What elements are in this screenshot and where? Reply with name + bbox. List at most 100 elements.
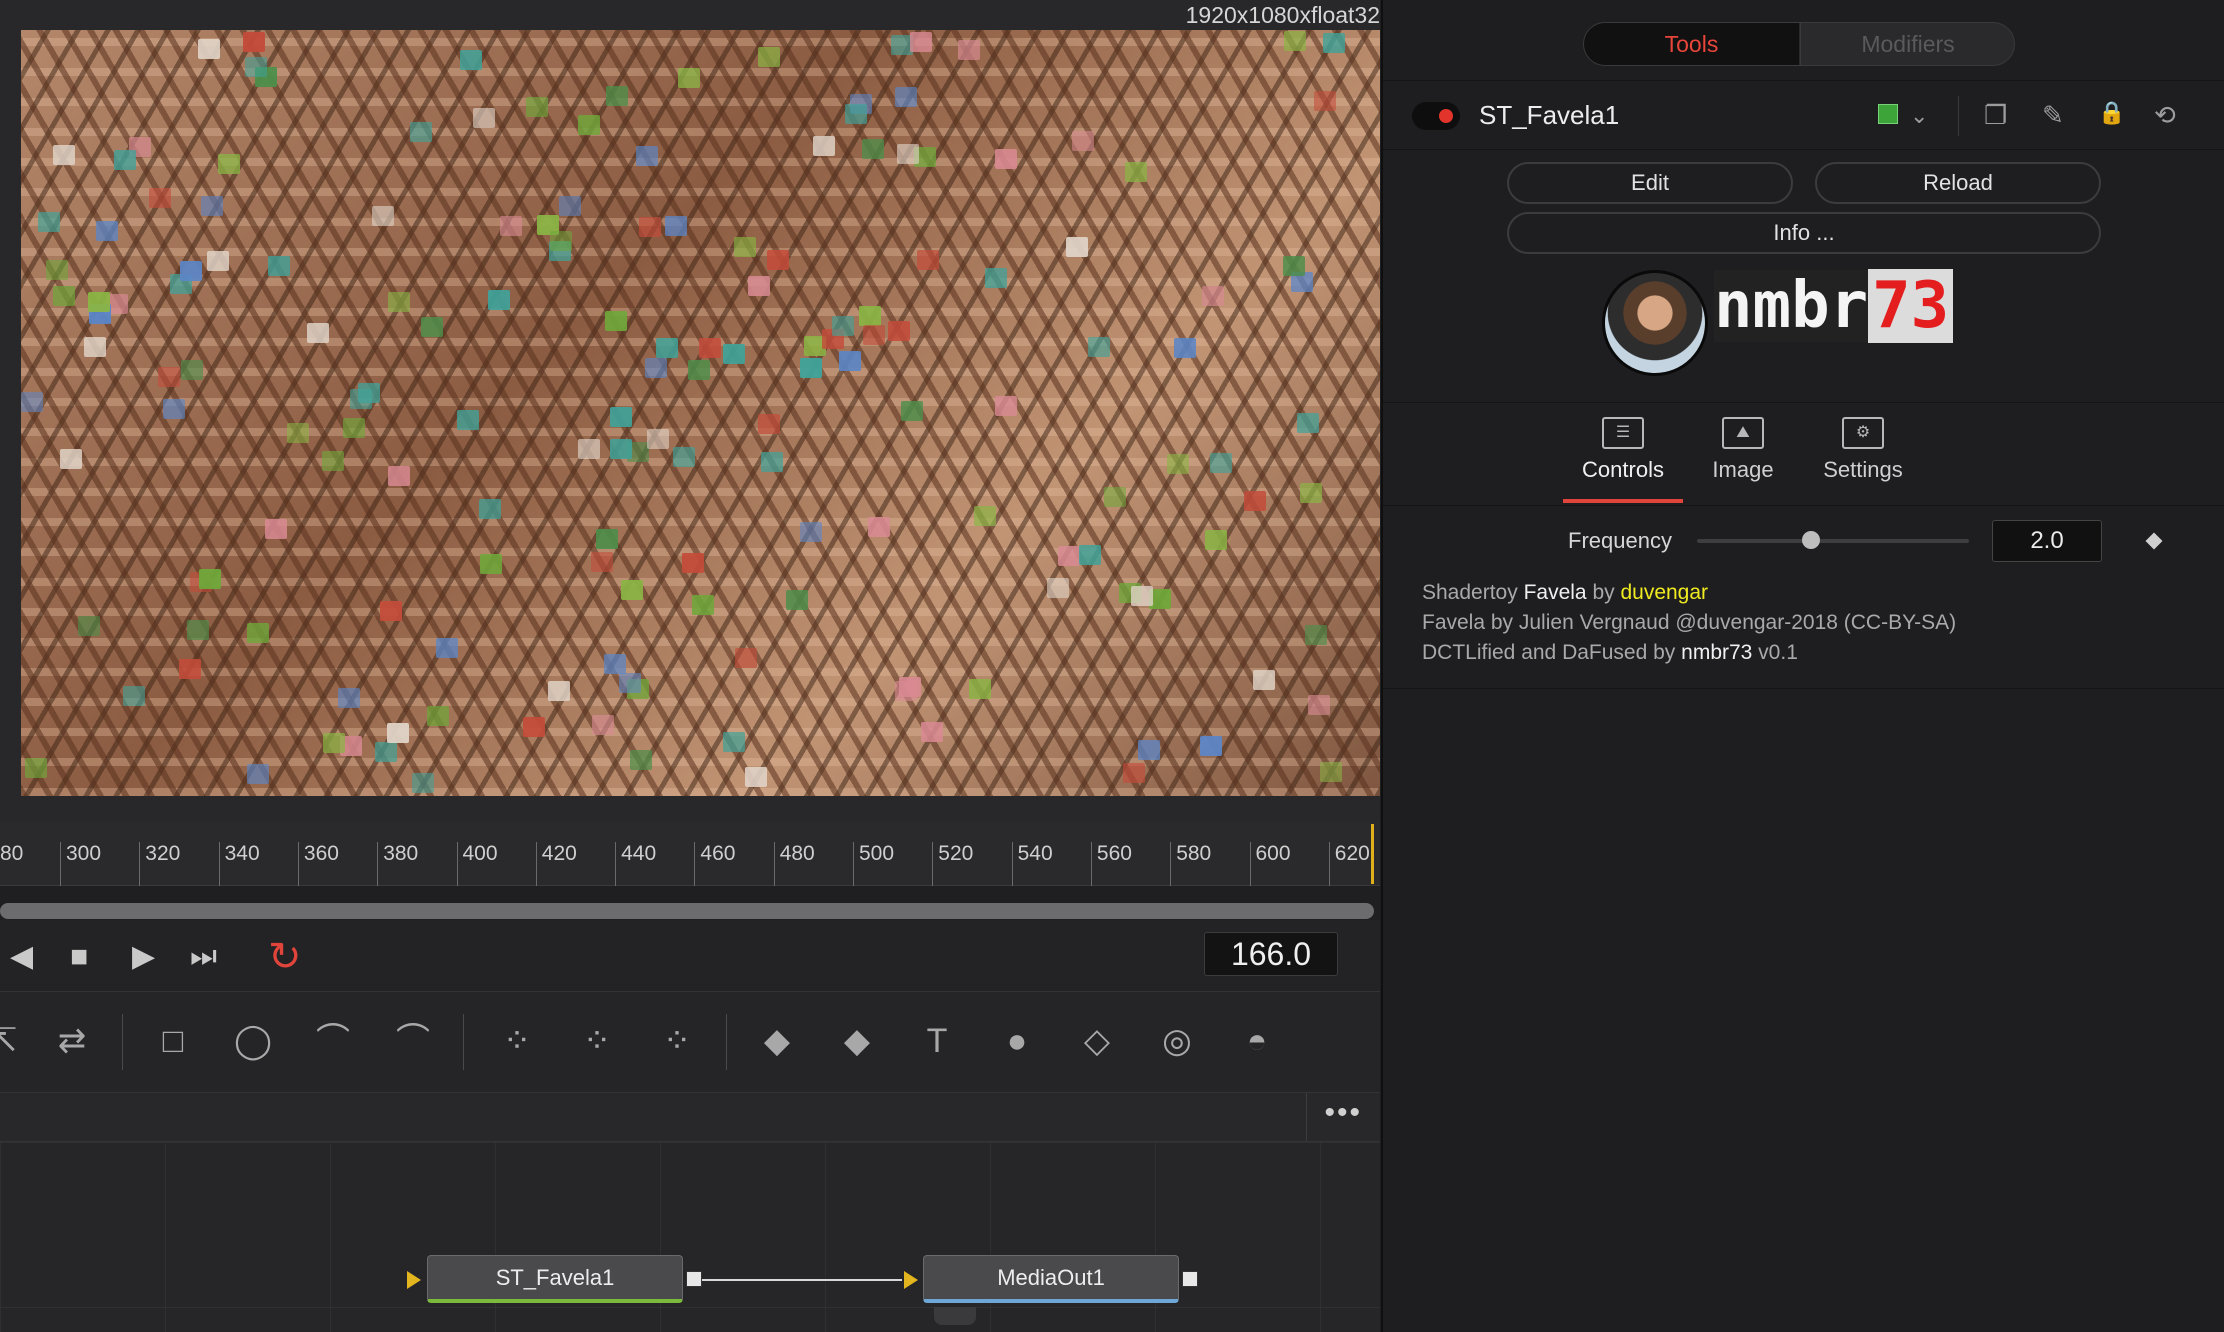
viewer-detail [488,290,510,310]
viewer-detail [610,439,632,459]
loop-icon[interactable]: ↻ [268,937,302,977]
viewer-detail [578,115,600,135]
image-plane-3d-icon[interactable]: ◆ [752,1016,802,1066]
viewer-detail [656,338,678,358]
bspline-mask-icon[interactable]: ⌒ [388,1016,438,1066]
viewer-detail [692,595,714,615]
viewer-detail [800,358,822,378]
viewer-detail [410,122,432,142]
particle-emitter-icon[interactable]: ⁘ [492,1016,542,1066]
frequency-value-field[interactable]: 2.0 [1992,520,2102,562]
viewer-detail [1138,740,1160,760]
node-connection [702,1279,902,1281]
viewer-image[interactable] [21,30,1380,796]
current-time-field[interactable]: 166.0 [1204,932,1338,976]
particle-style-icon[interactable]: ⁘ [572,1016,622,1066]
stop-icon[interactable]: ■ [70,942,88,972]
viewer-detail [1253,670,1275,690]
shader-author-link[interactable]: duvengar [1620,581,1708,604]
viewer-detail [412,773,434,793]
timeline-tick: 360 [297,842,339,886]
node-input-triangle[interactable] [904,1271,918,1289]
viewer-detail [343,418,365,438]
camera-3d-icon[interactable]: ◇ [1072,1016,1122,1066]
timeline-tick: 560 [1090,842,1132,886]
versions-icon[interactable]: ❐ [1984,100,2007,131]
ellipse-mask-icon[interactable]: ◯ [228,1016,278,1066]
renderer-3d-icon[interactable]: ◓ [1232,1016,1282,1066]
viewer-detail [243,32,265,52]
viewer-detail [523,717,545,737]
tab-image[interactable]: ⛰ Image [1683,403,1803,503]
timeline-scrollbar[interactable] [0,903,1374,919]
node-input-triangle[interactable] [407,1271,421,1289]
node-editor[interactable] [0,1142,1380,1332]
play-icon[interactable]: ▶ [132,942,155,972]
viewer-detail [786,590,808,610]
lock-icon[interactable]: 🔒 [2098,100,2125,126]
tool-color-chip[interactable] [1878,104,1898,124]
viewer-detail [901,401,923,421]
pin-icon[interactable]: ✎ [2042,100,2064,131]
toolbar-tool-1[interactable]: ⇄ [47,1016,97,1066]
play-reverse-icon[interactable]: ◀ [10,942,33,972]
shape-3d-icon[interactable]: ◆ [832,1016,882,1066]
timeline-tick: 320 [139,842,180,886]
logo-number: 73 [1868,269,1954,343]
node-mediaout1[interactable]: MediaOut1 [923,1255,1179,1303]
viewer-detail [1104,487,1126,507]
header-separator [1958,96,1959,136]
viewer-detail [985,268,1007,288]
reset-icon[interactable]: ⟲ [2154,100,2176,131]
node-output-port[interactable] [1182,1271,1198,1287]
node-output-port[interactable] [686,1271,702,1287]
viewer-detail [322,451,344,471]
edit-button[interactable]: Edit [1507,162,1793,204]
viewer-detail [375,742,397,762]
more-options-button[interactable]: ••• [1324,1093,1362,1141]
divider [1383,688,2224,689]
frequency-slider[interactable] [1697,539,1969,543]
viewer-detail [88,292,110,312]
tool-enable-toggle[interactable] [1412,102,1460,130]
viewer-detail [1066,237,1088,257]
particle-render-icon[interactable]: ⁘ [652,1016,702,1066]
viewer-detail [1320,762,1342,782]
resolution-label: 1920x1080xfloat32 [1185,2,1380,28]
viewer-detail [372,206,394,226]
viewer-detail [682,553,704,573]
chevron-down-icon[interactable]: ⌄ [1910,103,1928,129]
viewer-detail [665,216,687,236]
node-view-toggle[interactable] [934,1307,976,1325]
viewer-detail [548,681,570,701]
go-to-end-icon[interactable]: ⏭ [190,942,217,972]
tab-settings[interactable]: ⚙ Settings [1803,403,1923,503]
spotlight-icon[interactable]: ◎ [1152,1016,1202,1066]
viewer-detail [479,499,501,519]
viewer-detail [387,723,409,743]
reload-button[interactable]: Reload [1815,162,2101,204]
tab-modifiers[interactable]: Modifiers [1800,23,2014,65]
merge-3d-icon[interactable]: ● [992,1016,1042,1066]
polygon-mask-icon[interactable]: ⌒ [308,1016,358,1066]
info-text: by [1586,581,1621,604]
viewer-detail [619,673,641,693]
viewer-detail [1058,546,1080,566]
playhead[interactable] [1371,824,1374,884]
text-3d-icon[interactable]: T [912,1016,962,1066]
viewer-detail [427,706,449,726]
info-line-3: DCTLified and DaFused by nmbr73 v0.1 [1422,638,1956,668]
node-st-favela1[interactable]: ST_Favela1 [427,1255,683,1303]
viewer-detail [606,86,628,106]
rectangle-mask-icon[interactable]: □ [148,1016,198,1066]
timeline-tick: 380 [377,842,418,886]
viewer-detail [21,392,43,412]
timeline-ruler[interactable]: 80 300 320 340 360 380 400 420 440 460 480 500 520 54… [0,822,1380,886]
info-button[interactable]: Info ... [1507,212,2101,254]
viewer-detail [868,517,890,537]
tab-controls[interactable]: ☰ Controls [1563,403,1683,503]
viewer-detail [123,686,145,706]
tab-tools[interactable]: Tools [1584,23,1799,65]
toolbar-tool-0[interactable]: ⇱ [0,1016,28,1066]
inspector-tabs: ☰ Controls ⛰ Image ⚙ Settings [1383,402,2224,506]
